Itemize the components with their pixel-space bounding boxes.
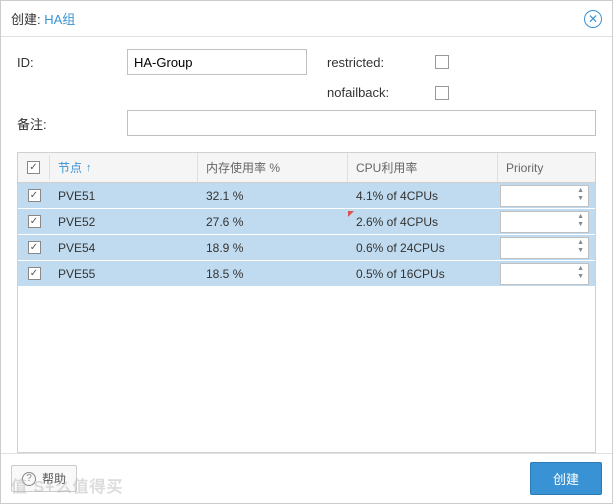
cell-node: PVE54 — [50, 237, 198, 259]
comment-input[interactable] — [127, 110, 596, 136]
row-checkbox[interactable]: ✓ — [28, 267, 41, 280]
cell-cpu: 0.6% of 24CPUs — [348, 237, 498, 259]
table-row[interactable]: ✓ PVE5418.9 %0.6% of 24CPUs ▲▼ — [18, 235, 595, 261]
table-row[interactable]: ✓ PVE5518.5 %0.5% of 16CPUs ▲▼ — [18, 261, 595, 287]
spinner-arrows-icon: ▲▼ — [577, 239, 584, 255]
dialog-title: 创建: HA组 — [11, 9, 75, 28]
create-label: 创建 — [553, 472, 579, 487]
spinner-arrows-icon: ▲▼ — [577, 187, 584, 203]
table-body: ✓ PVE5132.1 %4.1% of 4CPUs ▲▼ ✓ PVE5227.6 %2… — [18, 183, 595, 452]
cell-memory: 18.9 % — [198, 237, 348, 259]
title-suffix: HA组 — [44, 12, 75, 27]
cell-cpu: 0.5% of 16CPUs — [348, 263, 498, 285]
close-icon: ✕ — [588, 13, 598, 25]
form-area: ID: restricted: nofailback: 备注: — [1, 37, 612, 152]
nofailback-label: nofailback: — [327, 85, 427, 100]
create-button[interactable]: 创建 — [530, 462, 602, 495]
cell-priority: ▲▼ — [498, 183, 595, 209]
priority-spinner[interactable]: ▲▼ — [500, 185, 589, 207]
help-button[interactable]: ? 帮助 — [11, 465, 77, 492]
comment-label: 备注: — [17, 114, 127, 133]
priority-spinner[interactable]: ▲▼ — [500, 237, 589, 259]
spinner-arrows-icon: ▲▼ — [577, 213, 584, 229]
header-node[interactable]: 节点 ↑ — [50, 153, 198, 182]
row-checkbox-cell: ✓ — [18, 263, 50, 284]
help-icon: ? — [22, 472, 36, 486]
cell-cpu: 4.1% of 4CPUs — [348, 185, 498, 207]
title-prefix: 创建: — [11, 12, 44, 27]
cell-memory: 32.1 % — [198, 185, 348, 207]
id-input[interactable] — [127, 49, 307, 75]
header-cpu-label: CPU利用率 — [356, 159, 417, 176]
cell-memory: 27.6 % — [198, 211, 348, 233]
cell-node: PVE52 — [50, 211, 198, 233]
id-label: ID: — [17, 55, 127, 70]
select-all-checkbox[interactable]: ✓ — [27, 161, 40, 174]
priority-spinner[interactable]: ▲▼ — [500, 263, 589, 285]
spinner-arrows-icon: ▲▼ — [577, 265, 584, 281]
restricted-label: restricted: — [327, 55, 427, 70]
row-checkbox-cell: ✓ — [18, 185, 50, 206]
header-checkbox-cell: ✓ — [18, 155, 50, 180]
table-row[interactable]: ✓ PVE5227.6 %2.6% of 4CPUs ▲▼ — [18, 209, 595, 235]
header-node-label: 节点 — [58, 159, 82, 176]
row-checkbox-cell: ✓ — [18, 211, 50, 232]
cell-node: PVE51 — [50, 185, 198, 207]
titlebar: 创建: HA组 ✕ — [1, 1, 612, 37]
close-button[interactable]: ✕ — [584, 10, 602, 28]
row-checkbox-cell: ✓ — [18, 237, 50, 258]
table-row[interactable]: ✓ PVE5132.1 %4.1% of 4CPUs ▲▼ — [18, 183, 595, 209]
header-memory-label: 内存使用率 % — [206, 159, 280, 176]
cell-priority: ▲▼ — [498, 235, 595, 261]
form-row-comment: 备注: — [17, 110, 596, 136]
dirty-indicator-icon — [348, 211, 354, 217]
priority-spinner[interactable]: ▲▼ — [500, 211, 589, 233]
row-checkbox[interactable]: ✓ — [28, 241, 41, 254]
node-table: ✓ 节点 ↑ 内存使用率 % CPU利用率 Priority ✓ PVE5132.… — [17, 152, 596, 453]
sort-ascending-icon: ↑ — [86, 162, 92, 174]
ha-group-create-dialog: 创建: HA组 ✕ ID: restricted: nofailback: 备注… — [0, 0, 613, 504]
table-header: ✓ 节点 ↑ 内存使用率 % CPU利用率 Priority — [18, 153, 595, 183]
header-priority-label: Priority — [506, 161, 543, 175]
header-cpu[interactable]: CPU利用率 — [348, 153, 498, 182]
cell-cpu: 2.6% of 4CPUs — [348, 211, 498, 233]
cell-node: PVE55 — [50, 263, 198, 285]
form-row-id: ID: restricted: — [17, 49, 596, 75]
header-memory[interactable]: 内存使用率 % — [198, 153, 348, 182]
cell-priority: ▲▼ — [498, 209, 595, 235]
cell-priority: ▲▼ — [498, 261, 595, 287]
dialog-footer: ? 帮助 创建 — [1, 453, 612, 503]
restricted-checkbox[interactable] — [435, 55, 449, 69]
row-checkbox[interactable]: ✓ — [28, 189, 41, 202]
nofailback-checkbox[interactable] — [435, 86, 449, 100]
help-label: 帮助 — [42, 470, 66, 487]
form-row-nofailback: nofailback: — [17, 85, 596, 100]
cell-memory: 18.5 % — [198, 263, 348, 285]
header-priority[interactable]: Priority — [498, 155, 595, 181]
row-checkbox[interactable]: ✓ — [28, 215, 41, 228]
